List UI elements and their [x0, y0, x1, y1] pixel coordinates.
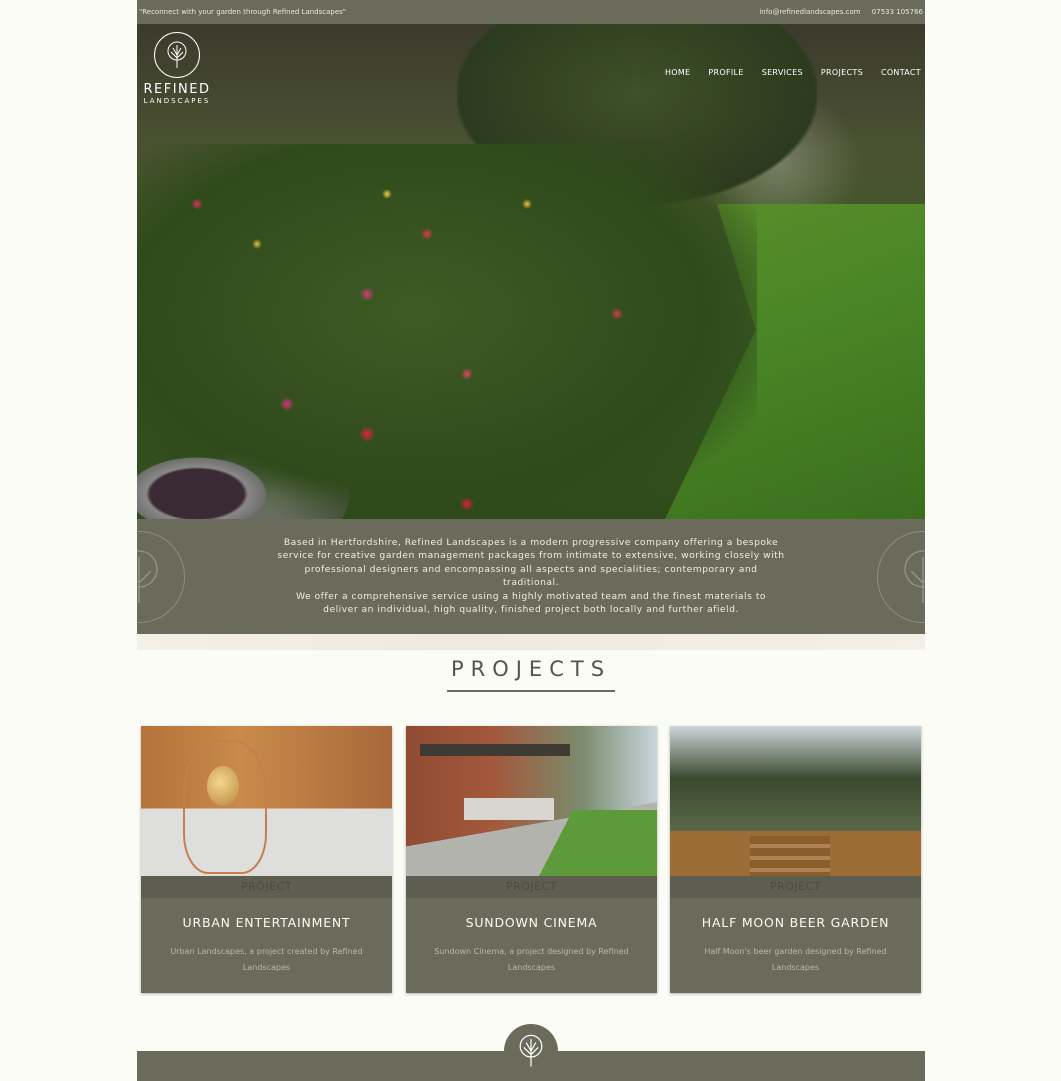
project-title[interactable]: SUNDOWN CINEMA	[406, 915, 657, 930]
pergola	[420, 744, 570, 756]
project-title[interactable]: HALF MOON BEER GARDEN	[670, 915, 921, 930]
lantern-cage	[183, 740, 267, 874]
intro-text: Based in Hertfordshire, Refined Landscap…	[277, 536, 785, 616]
project-tag: PROJECT	[406, 876, 657, 898]
project-image	[141, 726, 392, 876]
project-title[interactable]: URBAN ENTERTAINMENT	[141, 915, 392, 930]
contact-info: info@refinedlandscapes.com 07533 105766	[750, 8, 923, 16]
project-card[interactable]: PROJECT URBAN ENTERTAINMENT Urban Landsc…	[141, 726, 392, 993]
timber-steps	[750, 836, 830, 876]
project-description: Urban Landscapes, a project created by R…	[170, 947, 363, 972]
tree-emblem-icon	[137, 531, 185, 623]
brand-name: REFINED	[143, 82, 211, 97]
hero-image: REFINED LANDSCAPES HOME PROFILE SERVICES…	[137, 24, 925, 519]
project-description: Sundown Cinema, a project designed by Re…	[434, 947, 629, 972]
intro-paragraph: We offer a comprehensive service using a…	[295, 590, 767, 616]
heading-underline	[447, 690, 615, 692]
top-bar: "Reconnect with your garden through Refi…	[137, 0, 925, 24]
project-image	[670, 726, 921, 876]
nav-profile[interactable]: PROFILE	[708, 68, 743, 77]
email-link[interactable]: info@refinedlandscapes.com	[759, 8, 860, 16]
project-tag: PROJECT	[141, 876, 392, 898]
outdoor-sofa	[464, 798, 554, 820]
project-tag: PROJECT	[670, 876, 921, 898]
nav-home[interactable]: HOME	[665, 68, 690, 77]
tree-emblem-icon	[877, 531, 925, 623]
intro-paragraph: Based in Hertfordshire, Refined Landscap…	[277, 537, 785, 589]
brand-subname: LANDSCAPES	[143, 97, 211, 105]
tree-icon[interactable]	[504, 1024, 558, 1078]
nav-services[interactable]: SERVICES	[762, 68, 803, 77]
intro-band: Based in Hertfordshire, Refined Landscap…	[137, 519, 925, 634]
page: "Reconnect with your garden through Refi…	[137, 0, 925, 1081]
nav-contact[interactable]: CONTACT	[881, 68, 921, 77]
watermark-band	[137, 634, 925, 650]
project-card[interactable]: PROJECT SUNDOWN CINEMA Sundown Cinema, a…	[406, 726, 657, 993]
project-image	[406, 726, 657, 876]
project-card[interactable]: PROJECT HALF MOON BEER GARDEN Half Moon'…	[670, 726, 921, 993]
projects-heading: PROJECTS	[450, 657, 612, 681]
tagline: "Reconnect with your garden through Refi…	[139, 8, 347, 16]
tree-icon	[154, 32, 200, 78]
phone-link[interactable]: 07533 105766	[872, 8, 923, 16]
main-nav: HOME PROFILE SERVICES PROJECTS CONTACT	[665, 68, 921, 77]
nav-projects[interactable]: PROJECTS	[821, 68, 863, 77]
lantern-bulb	[207, 766, 239, 806]
project-description: Half Moon's beer garden designed by Refi…	[704, 947, 887, 972]
site-logo[interactable]: REFINED LANDSCAPES	[141, 32, 213, 105]
lawn	[537, 810, 657, 876]
hero-bird-bath	[137, 434, 307, 519]
